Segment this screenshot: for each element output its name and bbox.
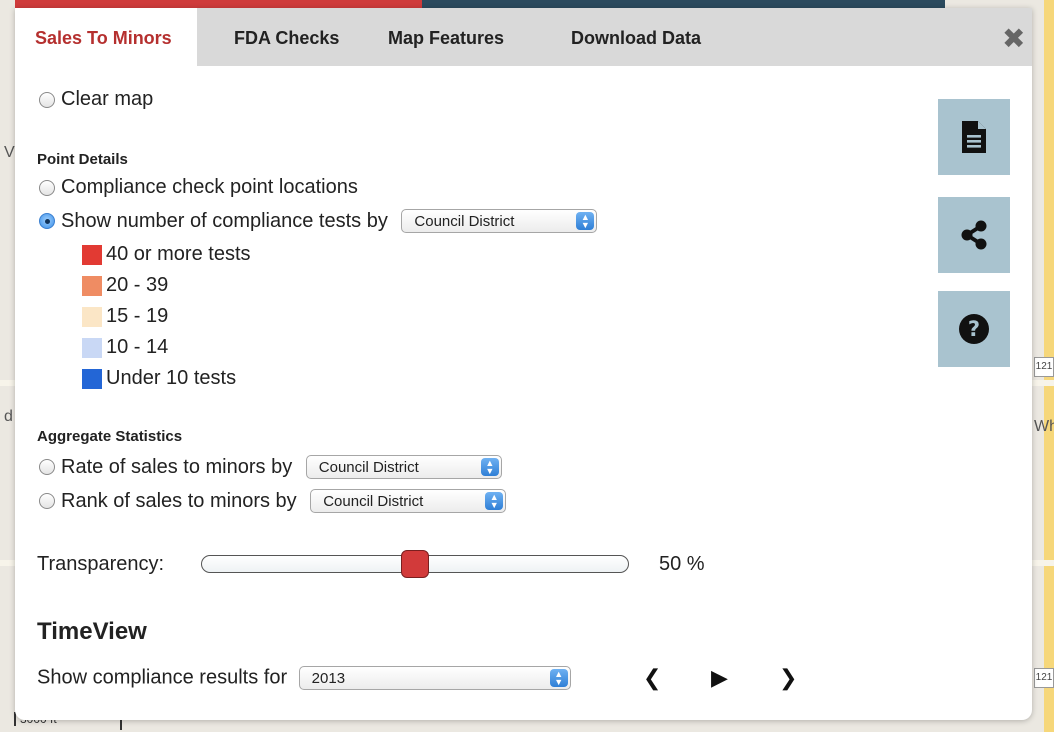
legend-label: 15 - 19 <box>106 305 169 327</box>
share-icon <box>961 220 987 250</box>
legend-item: 20 - 39 <box>82 274 168 297</box>
legend-label: 40 or more tests <box>106 243 251 265</box>
legend-item: 15 - 19 <box>82 305 168 328</box>
accent-bar-red <box>15 0 422 8</box>
select-value: 2013 <box>311 670 346 687</box>
legend-swatch <box>82 275 102 296</box>
timeview-label: Show compliance results for <box>37 666 288 689</box>
clear-map-label: Clear map <box>61 88 154 111</box>
select-arrows-icon: ▲ ▼ <box>480 458 499 476</box>
rate-district-select[interactable]: Council District ▲ ▼ <box>305 455 502 479</box>
legend-item: Under 10 tests <box>82 367 236 390</box>
help-button[interactable]: ? <box>938 291 1010 367</box>
legend-swatch <box>82 337 102 358</box>
tab-sales-to-minors[interactable]: Sales To Minors <box>15 8 197 66</box>
report-button[interactable] <box>938 99 1010 175</box>
point-details-heading: Point Details <box>37 151 128 168</box>
close-icon[interactable]: ✖ <box>1002 25 1025 53</box>
rate-radio[interactable] <box>39 459 55 475</box>
previous-year-button[interactable]: ❮ <box>643 665 661 691</box>
accent-bar-blue <box>422 0 945 8</box>
next-year-button[interactable]: ❯ <box>779 665 797 691</box>
select-value: Council District <box>323 493 424 510</box>
point-locations-option[interactable]: Compliance check point locations <box>39 176 358 199</box>
map-label: V <box>4 144 15 161</box>
rank-district-select[interactable]: Council District ▲ ▼ <box>310 489 507 513</box>
select-arrows-icon: ▲ ▼ <box>549 669 568 687</box>
point-locations-label: Compliance check point locations <box>61 176 358 199</box>
legend-item: 10 - 14 <box>82 336 168 359</box>
legend-item: 40 or more tests <box>82 243 251 266</box>
test-count-label: Show number of compliance tests by <box>61 209 388 232</box>
rank-radio[interactable] <box>39 493 55 509</box>
aggregate-statistics-heading: Aggregate Statistics <box>37 428 183 445</box>
tab-download-data[interactable]: Download Data <box>571 8 701 66</box>
select-value: Council District <box>414 213 515 230</box>
svg-text:?: ? <box>968 317 980 341</box>
map-label: Wh <box>1034 418 1054 435</box>
clear-map-option[interactable]: Clear map <box>39 88 153 111</box>
legend-label: 10 - 14 <box>106 336 169 358</box>
transparency-slider-thumb[interactable] <box>401 550 429 578</box>
tab-bar: Sales To Minors FDA Checks Map Features … <box>15 8 1032 66</box>
point-locations-radio[interactable] <box>39 179 55 196</box>
control-panel: Sales To Minors FDA Checks Map Features … <box>15 8 1032 720</box>
rate-option[interactable]: Rate of sales to minors by Council Distr… <box>39 455 502 479</box>
legend-swatch <box>82 306 102 327</box>
select-arrows-icon: ▲ ▼ <box>576 212 595 230</box>
year-select[interactable]: 2013 ▲ ▼ <box>298 666 571 690</box>
share-button[interactable] <box>938 197 1010 273</box>
rank-option[interactable]: Rank of sales to minors by Council Distr… <box>39 489 507 513</box>
document-icon <box>962 121 986 153</box>
legend-label: Under 10 tests <box>106 367 237 389</box>
test-count-option[interactable]: Show number of compliance tests by Counc… <box>39 209 598 233</box>
clear-map-radio[interactable] <box>39 91 55 108</box>
timeview-row: Show compliance results for 2013 ▲ ▼ <box>37 666 571 690</box>
highway-shield: 121 <box>1034 668 1054 688</box>
map-label: d <box>4 408 13 425</box>
legend-swatch <box>82 368 102 389</box>
test-count-radio[interactable] <box>39 213 55 229</box>
select-value: Council District <box>318 459 419 476</box>
rate-label: Rate of sales to minors by <box>61 455 293 478</box>
tab-fda-checks[interactable]: FDA Checks <box>234 8 339 66</box>
test-count-district-select[interactable]: Council District ▲ ▼ <box>401 209 598 233</box>
timeview-heading: TimeView <box>37 618 147 645</box>
tab-map-features[interactable]: Map Features <box>388 8 504 66</box>
select-arrows-icon: ▲ ▼ <box>485 492 504 510</box>
highway-shield: 121 <box>1034 357 1054 377</box>
legend-swatch <box>82 244 102 265</box>
transparency-label: Transparency: <box>37 553 165 575</box>
rank-label: Rank of sales to minors by <box>61 489 297 512</box>
transparency-slider[interactable] <box>201 550 629 578</box>
play-button[interactable]: ▶ <box>711 665 728 691</box>
help-icon: ? <box>959 314 989 344</box>
legend-label: 20 - 39 <box>106 274 169 296</box>
transparency-value: 50 % <box>659 553 705 575</box>
